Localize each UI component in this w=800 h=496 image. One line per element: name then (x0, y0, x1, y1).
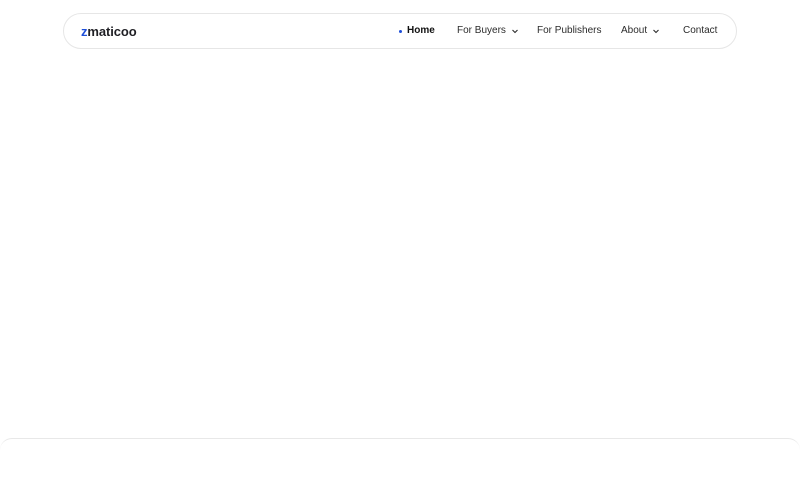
nav-item-label: About (621, 25, 648, 36)
nav-item-contact[interactable]: Contact (683, 14, 717, 48)
logo[interactable]: zmaticoo (81, 24, 137, 40)
page: zmaticoo Home For Buyers For Publishers … (0, 0, 800, 496)
nav-item-label: For Publishers (537, 25, 602, 36)
nav-item-label: For Buyers (457, 25, 506, 36)
nav-item-home[interactable]: Home (399, 14, 435, 48)
bottom-panel (0, 438, 800, 496)
active-dot-icon (399, 29, 402, 33)
top-navbar: zmaticoo Home For Buyers For Publishers … (63, 13, 737, 49)
nav-item-for-buyers[interactable]: For Buyers (457, 14, 519, 48)
nav-item-label: Contact (683, 25, 718, 36)
chevron-down-icon (652, 27, 660, 35)
nav-item-label: Home (407, 25, 435, 36)
nav-item-about[interactable]: About (621, 14, 660, 48)
nav-item-for-publishers[interactable]: For Publishers (537, 14, 601, 48)
chevron-down-icon (511, 27, 519, 35)
